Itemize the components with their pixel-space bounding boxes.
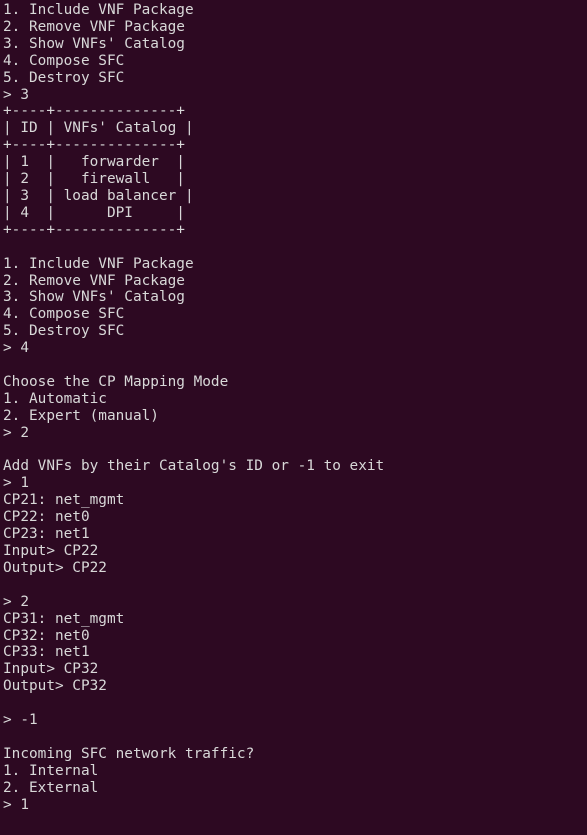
terminal-line: Output> CP22 (3, 559, 107, 576)
terminal-line: 1. Internal (3, 762, 99, 779)
terminal-line: > 1 (3, 796, 29, 813)
terminal-line: +----+--------------+ (3, 221, 185, 238)
terminal-line: > 2 (3, 593, 29, 610)
terminal-line: 5. Destroy SFC (3, 323, 125, 340)
terminal-line: 4. Compose SFC (3, 52, 125, 69)
terminal-line: 2. Expert (manual) (3, 407, 159, 424)
terminal-line: Output> CP32 (3, 678, 107, 695)
terminal-line: 4. Compose SFC (3, 306, 125, 323)
terminal-line: > 3 (3, 86, 29, 103)
terminal-line: CP23: net1 (3, 526, 90, 543)
terminal-line: | 3 | load balancer | (3, 187, 194, 204)
terminal-line: 2. Remove VNF Package (3, 272, 185, 289)
terminal-line: 1. Include VNF Package (3, 2, 194, 18)
terminal-line: | ID | VNFs' Catalog | (3, 120, 194, 137)
terminal-line: +----+--------------+ (3, 103, 185, 120)
terminal-line: 3. Show VNFs' Catalog (3, 289, 185, 306)
terminal-line: Incoming SFC network traffic? (3, 745, 255, 762)
terminal-line: 2. Remove VNF Package (3, 18, 185, 35)
terminal-output[interactable]: 1. Include VNF Package 2. Remove VNF Pack… (0, 0, 587, 835)
terminal-line: > 2 (3, 424, 29, 441)
terminal-line: | 2 | firewall | (3, 171, 185, 188)
terminal-line: Choose the CP Mapping Mode (3, 373, 229, 390)
terminal-line: Input> CP22 (3, 543, 99, 559)
terminal-line: CP33: net1 (3, 644, 90, 661)
terminal-line: | 4 | DPI | (3, 204, 185, 221)
terminal-line: CP32: net0 (3, 627, 90, 644)
terminal-line: 1. Automatic (3, 390, 107, 407)
terminal-line: 2. External (3, 779, 99, 796)
terminal-line: 3. Show VNFs' Catalog (3, 35, 185, 52)
terminal-line: CP22: net0 (3, 509, 90, 526)
terminal-line: 1. Include VNF Package (3, 255, 194, 272)
terminal-line: 5. Destroy SFC (3, 69, 125, 86)
terminal-line: > -1 (3, 712, 38, 729)
terminal-line: > 4 (3, 340, 29, 357)
terminal-line: | 1 | forwarder | (3, 154, 185, 171)
terminal-line: +----+--------------+ (3, 137, 185, 154)
terminal-line: Add VNFs by their Catalog's ID or -1 to … (3, 458, 385, 475)
terminal-line: CP31: net_mgmt (3, 610, 125, 627)
terminal-line: CP21: net_mgmt (3, 492, 125, 509)
terminal-line: > 1 (3, 475, 29, 492)
terminal-line: Input> CP32 (3, 661, 99, 678)
